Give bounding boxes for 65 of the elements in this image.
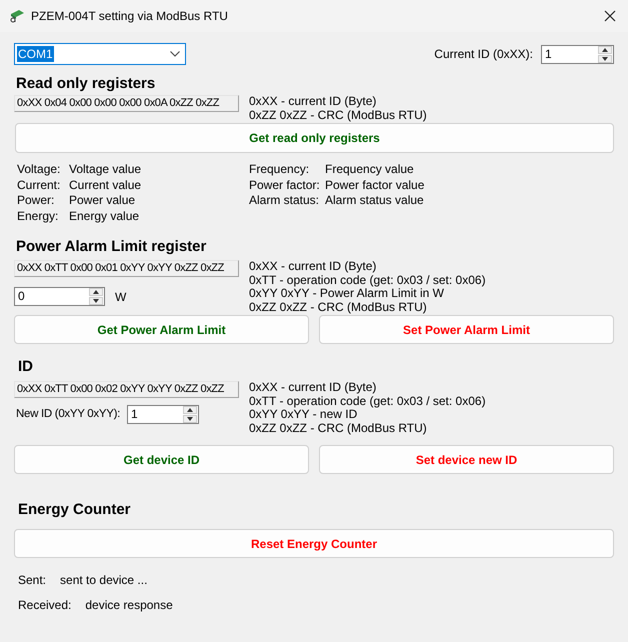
note-text: 0xYY 0xYY - new ID	[249, 408, 358, 422]
spin-up-button[interactable]	[183, 406, 197, 414]
note-text: 0xXX - current ID (Byte)	[249, 95, 378, 108]
action-button[interactable]: Get read only registers	[15, 123, 614, 153]
reading-label: Power:	[17, 193, 56, 208]
frame-field: 0xXX 0xTT 0x00 0x01 0xYY 0xYY 0xZZ 0xZZ	[14, 260, 239, 277]
chevron-icon	[170, 51, 180, 57]
reading-value: Power factor value	[325, 178, 424, 193]
down-arrow-icon	[602, 56, 608, 60]
reading-label: Current:	[17, 178, 62, 193]
reading-value: Alarm status value	[325, 193, 424, 208]
note-text: 0xXX - current ID (Byte)	[249, 381, 378, 394]
up-arrow-icon	[187, 408, 193, 412]
note-text: 0xTT - operation code (get: 0x03 / set: 0x06)	[249, 274, 486, 287]
action-button[interactable]: Get Power Alarm Limit	[14, 315, 309, 344]
current-id-label: Current ID (0xXX):	[434, 46, 533, 63]
number-field[interactable]: 0	[14, 287, 105, 306]
port-combo-box[interactable]: COM1	[14, 43, 186, 65]
spin-up-button[interactable]	[598, 46, 612, 54]
port-value: COM1	[17, 46, 54, 62]
section-heading: ID	[18, 358, 34, 376]
section-heading: Read only registers	[16, 75, 156, 93]
reading-label: Frequency:	[249, 162, 310, 178]
circuit-board-icon	[9, 9, 25, 23]
reading-value: Energy value	[69, 208, 140, 224]
spin-down-button[interactable]	[598, 54, 612, 62]
spin-up-button[interactable]	[89, 288, 103, 296]
reading-label: Energy:	[17, 208, 60, 224]
frame-field: 0xXX 0x04 0x00 0x00 0x00 0x0A 0xZZ 0xZZ	[14, 95, 239, 112]
new-id-label: New ID (0xYY 0xYY):	[16, 406, 122, 422]
reading-label: Power factor:	[249, 178, 321, 193]
status-value: device response	[85, 597, 173, 613]
reading-value: Frequency value	[325, 162, 414, 178]
reading-value: Current value	[69, 178, 142, 193]
close-icon[interactable]	[604, 10, 616, 22]
up-arrow-icon	[602, 48, 608, 52]
note-text: 0xYY 0xYY - Power Alarm Limit in W	[249, 287, 445, 300]
number-field[interactable]: 1	[541, 44, 614, 64]
note-text: 0xZZ 0xZZ - CRC (ModBus RTU)	[249, 422, 428, 435]
reading-value: Power value	[69, 193, 136, 208]
status-value: sent to device ...	[60, 572, 148, 588]
status-label: Sent:	[18, 572, 46, 588]
action-button[interactable]: Set Power Alarm Limit	[319, 315, 614, 344]
reading-label: Voltage:	[17, 162, 62, 178]
action-button[interactable]: Reset Energy Counter	[14, 529, 614, 558]
spin-down-button[interactable]	[183, 415, 197, 423]
action-button[interactable]: Set device new ID	[319, 445, 614, 474]
action-button[interactable]: Get device ID	[14, 445, 309, 474]
reading-label: Alarm status:	[249, 193, 320, 208]
down-arrow-icon	[187, 417, 193, 421]
reading-value: Voltage value	[69, 162, 142, 178]
frame-field: 0xXX 0xTT 0x00 0x02 0xYY 0xYY 0xZZ 0xZZ	[14, 381, 239, 398]
note-text: 0xTT - operation code (get: 0x03 / set: 0x06)	[249, 394, 486, 408]
window-title: PZEM-004T setting via ModBus RTU	[31, 8, 228, 25]
section-heading: Power Alarm Limit register	[16, 238, 208, 256]
up-arrow-icon	[93, 290, 99, 294]
note-text: 0xZZ 0xZZ - CRC (ModBus RTU)	[249, 108, 427, 122]
note-text: 0xZZ 0xZZ - CRC (ModBus RTU)	[249, 300, 428, 314]
down-arrow-icon	[93, 299, 99, 303]
number-field[interactable]: 1	[127, 405, 199, 424]
spin-down-button[interactable]	[89, 297, 103, 305]
section-heading: Energy Counter	[18, 501, 132, 519]
status-label: Received:	[18, 597, 72, 613]
unit-label: W	[115, 288, 126, 306]
note-text: 0xXX - current ID (Byte)	[249, 260, 378, 274]
